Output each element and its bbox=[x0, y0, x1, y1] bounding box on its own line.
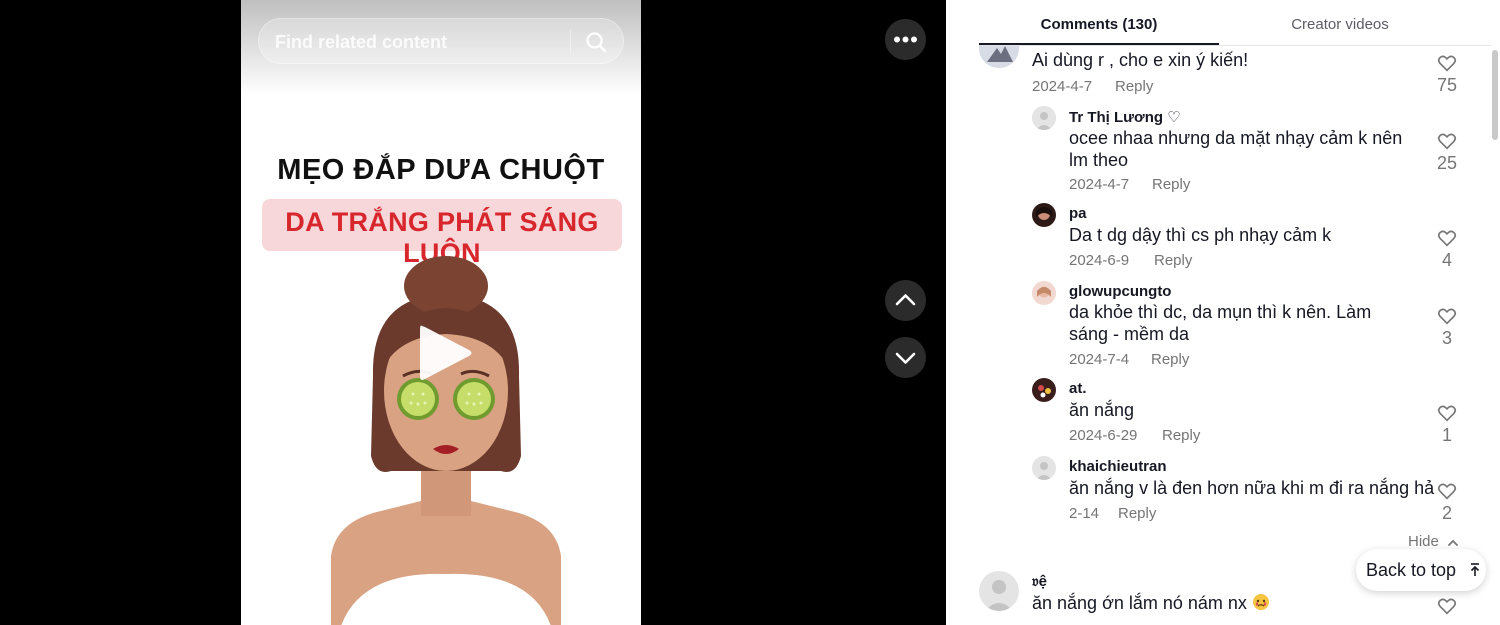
comment-text: ocee nhaa nhưng da mặt nhạy cảm k nên lm… bbox=[1069, 128, 1403, 170]
comment-username[interactable]: at. bbox=[1069, 380, 1087, 397]
comment-text: ăn nắng ớn lắm nó nám nx bbox=[1032, 592, 1392, 614]
comment-date: 2024-7-4 bbox=[1069, 351, 1130, 368]
comment-text-content: ăn nắng ớn lắm nó nám nx bbox=[1032, 593, 1247, 613]
back-to-top-button[interactable]: Back to top bbox=[1356, 549, 1486, 591]
reply-button[interactable]: Reply bbox=[1162, 427, 1200, 444]
reply-button[interactable]: Reply bbox=[1154, 252, 1192, 269]
tab-comments[interactable]: Comments (130) bbox=[979, 0, 1219, 46]
comment-date: 2024-4-7 bbox=[1032, 78, 1093, 95]
double-chevron-up-icon bbox=[1470, 563, 1480, 576]
video-frame[interactable]: MẸO ĐẮP DƯA CHUỘT DA TRẮNG PHÁT SÁNG LUÔ… bbox=[241, 0, 641, 625]
previous-video-button[interactable] bbox=[885, 280, 926, 321]
comment-text: Da t dg dậy thì cs ph nhạy cảm k bbox=[1069, 225, 1332, 245]
play-icon[interactable] bbox=[416, 322, 476, 384]
like-count: 25 bbox=[1436, 153, 1458, 173]
comment-username[interactable]: 𝔳ệ bbox=[1032, 573, 1047, 590]
like-count: 3 bbox=[1441, 328, 1452, 348]
hide-replies-button[interactable]: Hide bbox=[1408, 533, 1439, 550]
panel-tabs: Comments (130) Creator videos bbox=[946, 0, 1500, 46]
comments-scrollbar[interactable] bbox=[1492, 50, 1498, 140]
comment-date: 2-14 bbox=[1069, 505, 1100, 522]
avatar[interactable] bbox=[1032, 456, 1056, 480]
comment-text: ăn nắng v là đen hơn nữa khi m đi ra nắn… bbox=[1069, 478, 1435, 498]
avatar[interactable] bbox=[1032, 106, 1056, 130]
comment-text: ăn nắng bbox=[1069, 400, 1135, 420]
avatar[interactable] bbox=[979, 571, 1019, 611]
chevron-up-icon[interactable] bbox=[1446, 536, 1460, 550]
avatar[interactable] bbox=[1032, 378, 1056, 402]
like-count: 75 bbox=[1436, 75, 1458, 95]
comments-panel: Ai dùng r , cho e xin ý kiến! 2024-4-7 R… bbox=[946, 0, 1500, 625]
heart-icon[interactable] bbox=[1436, 130, 1458, 152]
video-title-line1: MẸO ĐẮP DƯA CHUỘT bbox=[277, 154, 605, 186]
heart-icon[interactable] bbox=[1436, 402, 1458, 424]
comment-date: 2024-6-9 bbox=[1069, 252, 1130, 269]
crying-face-emoji-icon bbox=[1252, 594, 1269, 610]
related-search-input[interactable]: Find related content bbox=[258, 18, 624, 64]
chevron-up-icon bbox=[895, 294, 916, 306]
reply-button[interactable]: Reply bbox=[1152, 176, 1190, 193]
ellipsis-icon bbox=[894, 36, 917, 43]
tabs-divider bbox=[979, 45, 1491, 46]
comment-username[interactable]: glowupcungto bbox=[1069, 283, 1171, 300]
heart-icon[interactable] bbox=[1436, 227, 1458, 249]
comment-text: da khỏe thì dc, da mụn thì k nên. Làm sá… bbox=[1069, 302, 1372, 344]
chevron-down-icon bbox=[895, 352, 916, 364]
comment-username[interactable]: Tr Thị Lương ♡ bbox=[1069, 108, 1181, 126]
like-count: 2 bbox=[1441, 503, 1452, 523]
reply-button[interactable]: Reply bbox=[1118, 505, 1156, 522]
back-to-top-label: Back to top bbox=[1366, 560, 1457, 580]
avatar[interactable] bbox=[1032, 203, 1056, 227]
comment-text: Ai dùng r , cho e xin ý kiến! bbox=[1032, 50, 1249, 70]
heart-icon[interactable] bbox=[1436, 595, 1458, 617]
reply-button[interactable]: Reply bbox=[1115, 78, 1153, 95]
more-options-button[interactable] bbox=[885, 19, 926, 60]
tab-creator-videos[interactable]: Creator videos bbox=[1219, 0, 1461, 46]
comment-date: 2024-4-7 bbox=[1069, 176, 1130, 193]
heart-icon[interactable] bbox=[1436, 52, 1458, 74]
heart-icon[interactable] bbox=[1436, 480, 1458, 502]
heart-icon[interactable] bbox=[1436, 305, 1458, 327]
face-mask-illustration bbox=[331, 256, 561, 625]
comment-username[interactable]: khaichieutran bbox=[1069, 458, 1167, 475]
next-video-button[interactable] bbox=[885, 337, 926, 378]
search-divider bbox=[570, 30, 571, 54]
comment-date: 2024-6-29 bbox=[1069, 427, 1138, 444]
like-count: 1 bbox=[1441, 425, 1452, 445]
like-count: 4 bbox=[1441, 250, 1452, 270]
app-root: MẸO ĐẮP DƯA CHUỘT DA TRẮNG PHÁT SÁNG LUÔ… bbox=[0, 0, 1500, 625]
active-tab-indicator bbox=[979, 43, 1219, 45]
reply-button[interactable]: Reply bbox=[1151, 351, 1189, 368]
related-search-placeholder: Find related content bbox=[275, 32, 448, 52]
search-icon[interactable] bbox=[584, 30, 608, 54]
avatar[interactable] bbox=[1032, 281, 1056, 305]
video-player-area: MẸO ĐẮP DƯA CHUỘT DA TRẮNG PHÁT SÁNG LUÔ… bbox=[0, 0, 946, 625]
comment-username[interactable]: pa bbox=[1069, 205, 1087, 222]
